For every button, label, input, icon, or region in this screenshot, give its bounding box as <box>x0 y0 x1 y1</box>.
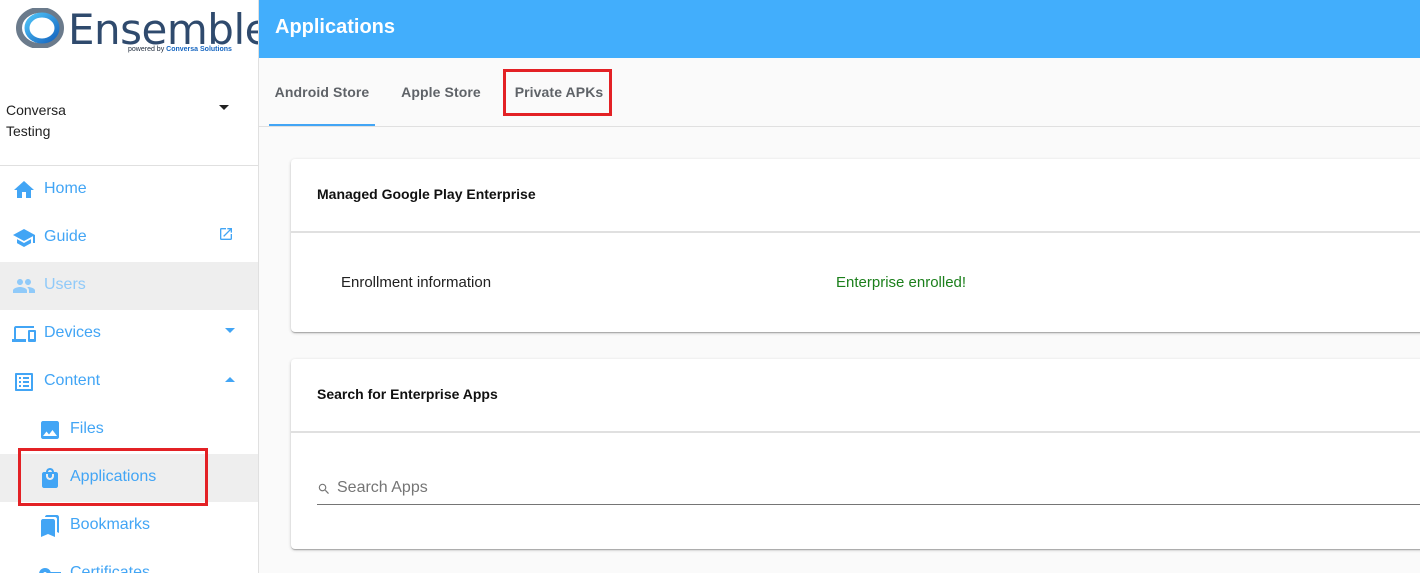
sidebar-item-content[interactable]: Content <box>0 358 258 406</box>
brand-tagline: powered by Conversa Solutions <box>128 46 232 53</box>
search-input[interactable] <box>337 475 1417 501</box>
sidebar-item-bookmarks[interactable]: Bookmarks <box>0 502 258 550</box>
sidebar-item-label: Files <box>70 420 104 437</box>
sidebar-item-certificates[interactable]: Certificates <box>0 550 258 573</box>
enterprise-card: Managed Google Play Enterprise Enrollmen… <box>291 159 1420 332</box>
chevron-down-icon <box>225 328 235 333</box>
search-field[interactable] <box>317 469 1420 505</box>
sidebar-item-devices[interactable]: Devices <box>0 310 258 358</box>
sidebar-item-label: Bookmarks <box>70 516 151 533</box>
search-card-title: Search for Enterprise Apps <box>317 386 498 402</box>
sidebar-item-label: Certificates <box>70 564 151 573</box>
bookmarks-icon <box>41 515 59 537</box>
card-divider <box>291 431 1420 433</box>
enterprise-card-title: Managed Google Play Enterprise <box>317 186 536 202</box>
sidebar-item-users[interactable]: Users <box>0 262 258 310</box>
home-icon <box>14 181 34 198</box>
devices-icon <box>12 326 36 342</box>
people-icon <box>13 279 35 293</box>
search-card: Search for Enterprise Apps <box>291 359 1420 549</box>
app-bar: Applications <box>259 0 1420 58</box>
key-icon <box>39 568 61 573</box>
logo-ring-icon <box>16 8 64 48</box>
sidebar-item-guide[interactable]: Guide <box>0 214 258 262</box>
org-name-line1: Conversa <box>6 102 66 118</box>
sidebar-item-label: Guide <box>44 228 87 245</box>
sidebar-item-label: Devices <box>44 324 101 341</box>
list-alt-icon <box>15 373 33 391</box>
sidebar-item-home[interactable]: Home <box>0 166 258 214</box>
sidebar-item-label: Content <box>44 372 101 389</box>
org-selector[interactable]: Conversa Testing <box>6 100 246 142</box>
highlight-box-applications <box>18 448 208 506</box>
image-icon <box>41 421 59 439</box>
enrollment-label: Enrollment information <box>341 274 492 291</box>
sidebar-item-label: Users <box>44 276 86 293</box>
org-name-line2: Testing <box>6 123 51 139</box>
enrollment-status: Enterprise enrolled! <box>836 274 967 291</box>
tab-android-store[interactable]: Android Store <box>269 58 375 126</box>
ensemble-logo[interactable]: Ensemble powered by Conversa Solutions <box>14 5 258 57</box>
school-icon <box>13 229 35 247</box>
tab-bar: Android Store Apple Store Private APKs <box>259 58 1420 127</box>
tab-apple-store[interactable]: Apple Store <box>389 58 493 126</box>
sidebar-item-label: Home <box>44 180 87 197</box>
external-link-icon <box>220 228 232 240</box>
highlight-box-private-apks <box>503 69 612 116</box>
chevron-up-icon <box>225 377 235 382</box>
card-divider <box>291 231 1420 233</box>
tab-active-indicator <box>269 124 375 126</box>
sidebar: Ensemble powered by Conversa Solutions C… <box>0 0 259 573</box>
page-title: Applications <box>275 16 396 38</box>
sidebar-item-files[interactable]: Files <box>0 406 258 454</box>
search-icon <box>318 483 329 494</box>
org-dropdown-caret-icon[interactable] <box>219 105 229 110</box>
